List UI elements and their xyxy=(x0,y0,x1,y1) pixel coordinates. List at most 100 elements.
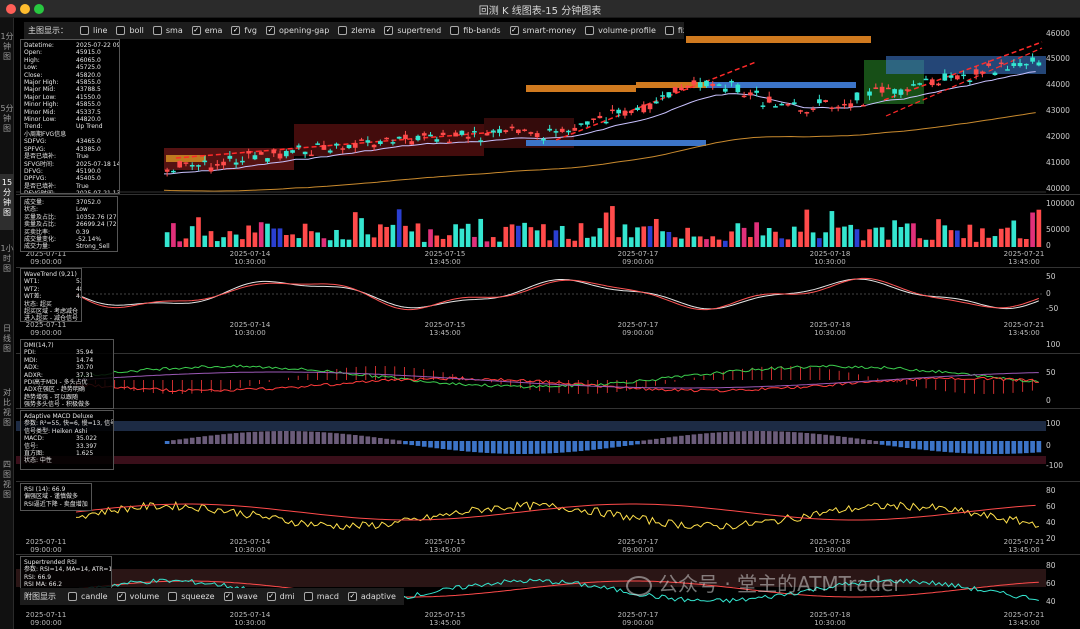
volume-bar xyxy=(835,227,841,247)
price-tick: 40000 xyxy=(1046,184,1070,193)
info-value: True xyxy=(76,182,89,190)
opt-label: volume-profile xyxy=(598,26,656,35)
checkbox-checked[interactable]: ✓ xyxy=(266,592,276,601)
macd-bar xyxy=(478,441,484,453)
checkbox[interactable] xyxy=(152,26,162,35)
checkbox-checked[interactable]: ✓ xyxy=(384,26,394,35)
checkbox-checked[interactable]: ✓ xyxy=(116,592,126,601)
opt-wave[interactable]: ✓ wave xyxy=(223,592,258,601)
date-tick: 2025-07-18 10:30:00 xyxy=(804,538,856,554)
checkbox[interactable] xyxy=(168,592,178,601)
opt-supertrend[interactable]: ✓ supertrend xyxy=(384,26,441,35)
opt-macd[interactable]: macd xyxy=(303,592,339,601)
macd-bar xyxy=(610,441,615,448)
info-value: 10352.76 (27.9%) xyxy=(76,213,117,221)
date-tick: 2025-07-17 09:00:00 xyxy=(612,611,664,627)
tab-compare-view[interactable]: 对比视图 xyxy=(0,388,14,432)
opt-adaptive[interactable]: ✓ adaptive xyxy=(347,592,396,601)
checkbox[interactable] xyxy=(664,26,674,35)
opt-squeeze[interactable]: squeeze xyxy=(168,592,215,601)
volume-bar xyxy=(484,241,490,247)
macd-tick: -100 xyxy=(1046,461,1064,470)
candle-body xyxy=(591,118,596,120)
opt-volume-profile[interactable]: volume-profile xyxy=(585,26,656,35)
candle-body xyxy=(628,110,634,114)
checkbox-checked[interactable]: ✓ xyxy=(231,26,241,35)
tab-5min[interactable]: 5分钟图 xyxy=(0,104,14,148)
macd-bar xyxy=(973,441,979,454)
macd-bar xyxy=(189,437,195,444)
macd-bar xyxy=(459,441,465,451)
macd-bar xyxy=(779,431,785,444)
volume-bar xyxy=(428,229,433,247)
volume-bar xyxy=(164,232,170,247)
opt-dmi[interactable]: ✓ dmi xyxy=(266,592,295,601)
tab-quad-view[interactable]: 四图视图 xyxy=(0,460,14,504)
opt-boll[interactable]: boll xyxy=(116,26,144,35)
checkbox-checked[interactable]: ✓ xyxy=(509,26,519,35)
candle-body xyxy=(290,150,295,153)
candle-body xyxy=(854,92,860,101)
checkbox[interactable] xyxy=(450,26,460,35)
checkbox[interactable] xyxy=(303,592,313,601)
volume-bar xyxy=(384,226,389,247)
opt-zlema[interactable]: zlema xyxy=(338,26,375,35)
info-value: 2025-07-22 09:15 xyxy=(76,42,120,49)
macd-bar xyxy=(1036,441,1042,453)
volume-bar xyxy=(459,228,465,247)
chart-area: 主图显示： line boll sma ✓ ema ✓ fvg ✓ opening-g… xyxy=(16,18,1080,629)
opt-line[interactable]: line xyxy=(80,26,107,35)
macd-bar xyxy=(559,441,565,453)
checkbox[interactable] xyxy=(338,26,348,35)
date-label: 2025-07-15 xyxy=(424,321,466,329)
volume-bar xyxy=(1005,227,1010,247)
volume-bar xyxy=(860,240,866,247)
candle-body xyxy=(641,104,647,113)
opt-fixed-volume-profile[interactable]: fixed-volume-profile xyxy=(664,26,684,35)
info-value: 45820.0 xyxy=(76,71,101,79)
checkbox[interactable] xyxy=(116,26,126,35)
opt-fib-bands[interactable]: fib-bands xyxy=(450,26,501,35)
macd-bar xyxy=(748,431,753,444)
opt-volume[interactable]: ✓ volume xyxy=(116,592,159,601)
opt-candle[interactable]: candle xyxy=(68,592,108,601)
tab-1min[interactable]: 1分钟图 xyxy=(0,32,14,76)
info-row: Low: 45725.0 xyxy=(24,64,116,71)
checkbox-checked[interactable]: ✓ xyxy=(223,592,233,601)
volume-bar xyxy=(735,223,741,247)
info-value: 48.15 xyxy=(76,285,81,293)
info-key: PDI: xyxy=(24,349,37,357)
opt-opening-gap[interactable]: ✓ opening-gap xyxy=(266,26,329,35)
candle-body xyxy=(666,92,672,98)
tab-1hour[interactable]: 1小时图 xyxy=(0,244,14,288)
info-row: WT1: 53.08 xyxy=(24,278,81,285)
opt-sma[interactable]: sma xyxy=(152,26,183,35)
macd-bar xyxy=(371,437,377,444)
info-row: Minor Low: 44820.0 xyxy=(24,116,116,123)
info-row: SFVG时间: 2025-07-18 14:00:00 xyxy=(24,161,119,168)
rsi-tick: 80 xyxy=(1046,486,1056,495)
tab-15min[interactable]: 15分钟图 xyxy=(0,174,14,230)
candle-body xyxy=(886,87,891,90)
volume-bar xyxy=(710,236,716,247)
checkbox-checked[interactable]: ✓ xyxy=(347,592,357,601)
macd-bar xyxy=(1005,441,1010,454)
date-label: 2025-07-15 xyxy=(424,538,466,546)
info-value: 41550.0 xyxy=(76,93,101,101)
opt-ema[interactable]: ✓ ema xyxy=(191,26,222,35)
checkbox-checked[interactable]: ✓ xyxy=(266,26,275,35)
checkbox[interactable] xyxy=(68,592,77,601)
candle-body xyxy=(534,133,540,138)
checkbox[interactable] xyxy=(80,26,89,35)
checkbox[interactable] xyxy=(585,26,595,35)
opt-label: line xyxy=(93,26,108,35)
candle-body xyxy=(334,143,339,146)
volume-bar xyxy=(434,235,440,247)
info-key: 超买区域 - 考虑减仓 xyxy=(24,308,78,316)
checkbox-checked[interactable]: ✓ xyxy=(191,26,201,35)
candle-body xyxy=(810,108,816,111)
opt-fvg[interactable]: ✓ fvg xyxy=(231,26,257,35)
opt-smart-money[interactable]: ✓ smart-money xyxy=(509,26,576,35)
tab-daily[interactable]: 日线图 xyxy=(0,324,14,358)
candle-body xyxy=(929,79,935,86)
